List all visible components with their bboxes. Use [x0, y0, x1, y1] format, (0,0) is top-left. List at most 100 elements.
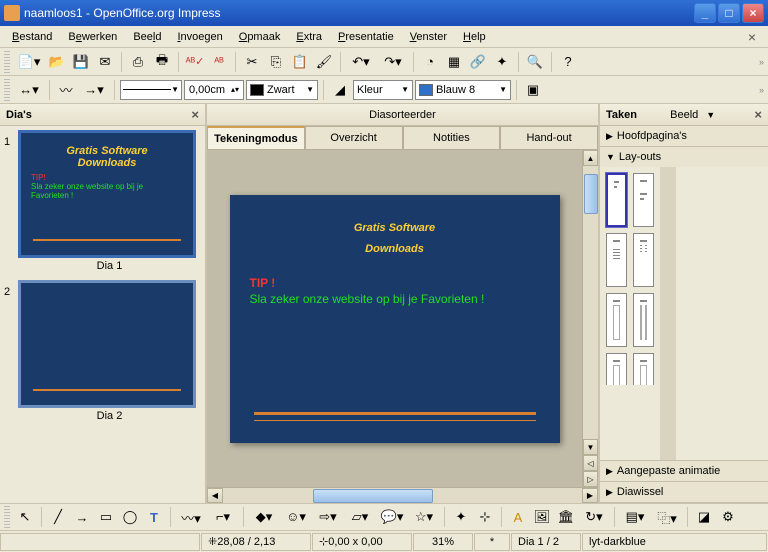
- from-file-tool[interactable]: 🖼: [531, 506, 553, 528]
- save-button[interactable]: 💾: [70, 51, 92, 73]
- basic-shapes-tool[interactable]: ◆▾: [249, 506, 279, 528]
- fontwork-tool[interactable]: A: [507, 506, 529, 528]
- section-aangepaste-animatie[interactable]: ▶Aangepaste animatie: [600, 461, 768, 481]
- menu-opmaak[interactable]: Opmaak: [233, 29, 287, 45]
- doc-close-icon[interactable]: ×: [742, 27, 762, 47]
- layout-item[interactable]: [633, 353, 654, 385]
- points-tool[interactable]: ✦: [450, 506, 472, 528]
- scroll-thumb[interactable]: [313, 489, 433, 503]
- format-paintbrush-button[interactable]: 🖌: [313, 51, 335, 73]
- spreadsheet-button[interactable]: ▦: [443, 51, 465, 73]
- scroll-right-icon[interactable]: ▶: [582, 488, 598, 503]
- layout-item[interactable]: [606, 173, 627, 227]
- tab-overzicht[interactable]: Overzicht: [305, 126, 403, 149]
- flowcharts-tool[interactable]: ▱▾: [345, 506, 375, 528]
- toolbar-overflow-icon[interactable]: »: [759, 85, 764, 95]
- toolbar-grip[interactable]: [4, 51, 10, 73]
- menu-bewerken[interactable]: Bewerken: [62, 29, 123, 45]
- current-slide[interactable]: Gratis SoftwareDownloads TIP ! Sla zeker…: [230, 195, 560, 443]
- help-button[interactable]: ?: [557, 51, 579, 73]
- copy-button[interactable]: ⎘: [265, 51, 287, 73]
- close-button[interactable]: ×: [742, 3, 764, 23]
- paste-button[interactable]: 📋: [289, 51, 311, 73]
- redo-button[interactable]: ↷▾: [378, 51, 408, 73]
- interaction-tool[interactable]: ⚙: [717, 506, 739, 528]
- navigator-button[interactable]: ✦: [491, 51, 513, 73]
- line-style-button[interactable]: 〰: [55, 79, 77, 101]
- next-slide-icon[interactable]: ▷: [583, 471, 598, 487]
- prev-slide-icon[interactable]: ◁: [583, 455, 598, 471]
- tab-handout[interactable]: Hand-out: [500, 126, 598, 149]
- maximize-button[interactable]: □: [718, 3, 740, 23]
- menu-beeld[interactable]: Beeld: [127, 29, 167, 45]
- layouts-scrollbar[interactable]: [660, 167, 676, 460]
- slide-canvas[interactable]: Gratis SoftwareDownloads TIP ! Sla zeker…: [207, 150, 582, 487]
- callouts-tool[interactable]: 💬▾: [377, 506, 407, 528]
- slides-panel-close-icon[interactable]: ×: [191, 107, 199, 122]
- menu-presentatie[interactable]: Presentatie: [332, 29, 400, 45]
- block-arrows-tool[interactable]: ⇨▾: [313, 506, 343, 528]
- rotate-tool[interactable]: ↻▾: [579, 506, 609, 528]
- stars-tool[interactable]: ☆▾: [409, 506, 439, 528]
- auto-spellcheck-button[interactable]: ᴬᴮ: [208, 51, 230, 73]
- tasks-view-label[interactable]: Beeld: [670, 109, 698, 121]
- scroll-thumb[interactable]: [584, 174, 598, 214]
- tasks-view-menu-icon[interactable]: ▼: [706, 110, 715, 120]
- toolbar-grip[interactable]: [4, 506, 10, 528]
- new-button[interactable]: 📄▾: [14, 51, 44, 73]
- layout-item[interactable]: [633, 293, 654, 347]
- area-button[interactable]: ◢: [329, 79, 351, 101]
- section-layouts[interactable]: ▼Lay-outs: [600, 147, 768, 167]
- symbol-shapes-tool[interactable]: ☺▾: [281, 506, 311, 528]
- line-style-select[interactable]: ▼: [120, 80, 182, 100]
- shadow-button[interactable]: ▣: [522, 79, 544, 101]
- fill-color-select[interactable]: Blauw 8▼: [415, 80, 511, 100]
- status-zoom[interactable]: 31%: [413, 533, 473, 551]
- chart-button[interactable]: ◔: [419, 51, 441, 73]
- line-end-button[interactable]: →▾: [79, 79, 109, 101]
- text-tool[interactable]: T: [143, 506, 165, 528]
- spellcheck-button[interactable]: ᴬᴮ✓: [184, 51, 206, 73]
- gallery-tool[interactable]: 🏛: [555, 506, 577, 528]
- slide-thumb-2[interactable]: 2 Dia 2: [4, 280, 201, 424]
- tab-notities[interactable]: Notities: [403, 126, 501, 149]
- toolbar-grip[interactable]: [4, 79, 10, 101]
- fill-type-select[interactable]: Kleur▼: [353, 80, 413, 100]
- view-tab-sorter[interactable]: Diasorteerder: [207, 104, 598, 126]
- cut-button[interactable]: ✂: [241, 51, 263, 73]
- open-button[interactable]: 📂: [46, 51, 68, 73]
- line-tool[interactable]: ╱: [47, 506, 69, 528]
- section-diawissel[interactable]: ▶Diawissel: [600, 482, 768, 502]
- horizontal-scrollbar[interactable]: ◀ ▶: [207, 487, 598, 503]
- slide-thumb-1[interactable]: 1 Gratis SoftwareDownloads TIP! Sla zeke…: [4, 130, 201, 274]
- line-width-input[interactable]: 0,00cm▴▾: [184, 80, 244, 100]
- email-button[interactable]: ✉: [94, 51, 116, 73]
- scroll-down-icon[interactable]: ▼: [583, 439, 598, 455]
- glue-points-tool[interactable]: ⊹: [474, 506, 496, 528]
- select-tool[interactable]: ↖: [14, 506, 36, 528]
- connector-tool[interactable]: ⌐▾: [208, 506, 238, 528]
- extrusion-tool[interactable]: ◪: [693, 506, 715, 528]
- scroll-left-icon[interactable]: ◀: [207, 488, 223, 503]
- layout-item[interactable]: [606, 353, 627, 385]
- undo-button[interactable]: ↶▾: [346, 51, 376, 73]
- scroll-up-icon[interactable]: ▲: [583, 150, 598, 166]
- ellipse-tool[interactable]: ◯: [119, 506, 141, 528]
- section-hoofdpaginas[interactable]: ▶Hoofdpagina's: [600, 126, 768, 146]
- tasks-panel-close-icon[interactable]: ×: [754, 107, 762, 122]
- print-button[interactable]: 🖶: [151, 51, 173, 73]
- menu-bestand[interactable]: Bestand: [6, 29, 58, 45]
- tab-tekeningmodus[interactable]: Tekeningmodus: [207, 126, 305, 149]
- pdf-button[interactable]: ⎙: [127, 51, 149, 73]
- toolbar-overflow-icon[interactable]: »: [759, 57, 764, 67]
- layout-item[interactable]: [633, 233, 654, 287]
- menu-extra[interactable]: Extra: [290, 29, 328, 45]
- arrange-tool[interactable]: ⿻▾: [652, 506, 682, 528]
- menu-help[interactable]: Help: [457, 29, 492, 45]
- layout-item[interactable]: [606, 293, 627, 347]
- layout-item[interactable]: [633, 173, 654, 227]
- layout-item[interactable]: [606, 233, 627, 287]
- vertical-scrollbar[interactable]: ▲ ▼ ◁ ▷: [582, 150, 598, 487]
- menu-invoegen[interactable]: Invoegen: [171, 29, 228, 45]
- align-tool[interactable]: ▤▾: [620, 506, 650, 528]
